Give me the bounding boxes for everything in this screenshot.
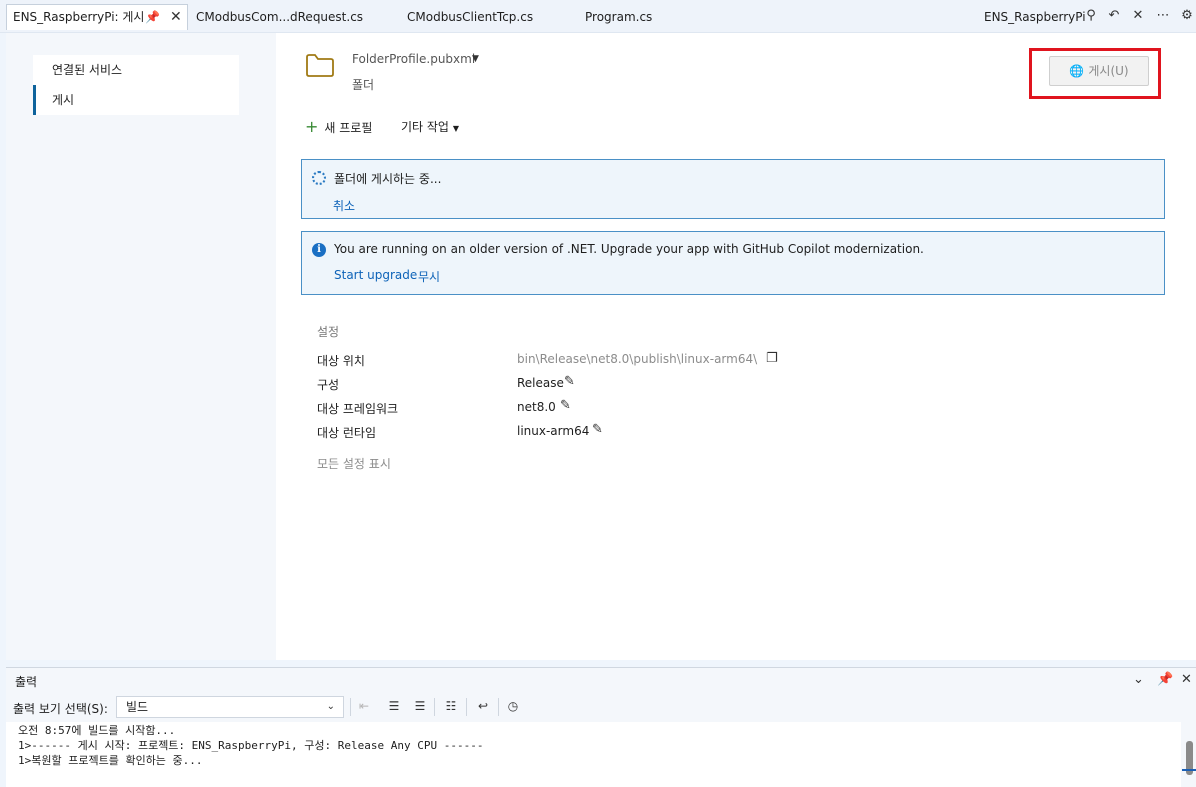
left-nav: 연결된 서비스 게시 [33,55,239,115]
target-runtime-value: linux-arm64 [517,424,590,438]
tab-modbus-client[interactable]: CModbusClientTcp.cs [407,5,533,29]
tab-publish-label: ENS_RaspberryPi: 게시 [13,10,145,24]
tab-publish[interactable]: ENS_RaspberryPi: 게시 📌 ✕ [6,4,188,30]
chevron-down-icon[interactable]: ⌄ [1133,672,1144,687]
toolbar-separator [498,698,499,716]
new-profile-button[interactable]: + 새 프로필 [305,117,372,138]
previous-message-icon[interactable]: ☰ [385,699,403,713]
next-message-icon[interactable]: ☰ [411,699,429,713]
find-message-icon[interactable]: ⇤ [355,699,373,713]
folder-icon [306,54,334,77]
scroll-position-marker [1182,769,1196,771]
toolbar-separator [434,698,435,716]
progress-message: 폴더에 게시하는 중... [334,172,442,186]
nav-item-label: 게시 [52,93,75,107]
globe-icon: 🌐 [1069,64,1085,78]
nav-item-label: 연결된 서비스 [52,63,123,77]
target-framework-label: 대상 프레임워크 [317,402,399,416]
publish-progress-banner: 폴더에 게시하는 중... 취소 [301,159,1165,219]
configuration-label: 구성 [317,378,340,392]
word-wrap-icon[interactable]: ↩ [474,699,492,713]
edit-pencil-icon[interactable]: ✎ [564,374,575,389]
settings-title: 설정 [317,325,340,339]
project-title: ENS_RaspberryPi [984,5,1086,29]
tab-program[interactable]: Program.cs [585,5,652,29]
target-framework-value: net8.0 [517,400,556,414]
chevron-down-icon: ⌄ [326,701,335,712]
tab-label: Program.cs [585,10,653,24]
configuration-value: Release [517,376,564,390]
close-icon[interactable]: ✕ [1181,672,1192,687]
target-location-label: 대상 위치 [317,354,365,368]
copy-icon[interactable]: ❐ [766,351,778,366]
clear-all-icon[interactable]: ☷ [442,699,460,713]
output-panel: 출력 ⌄ 📌 ✕ 출력 보기 선택(S): 빌드 ⌄ ⇤ ☰ ☰ ☷ ↩ ◷ 오… [6,667,1196,787]
show-all-settings-link[interactable]: 모든 설정 표시 [317,455,391,472]
upgrade-message: You are running on an older version of .… [334,242,924,256]
close-icon[interactable]: ✕ [1129,6,1147,26]
undo-icon[interactable]: ↶ [1105,6,1123,26]
output-log: 오전 8:57에 빌드를 시작함... 1>------ 게시 시작: 프로젝트… [6,722,1181,787]
cancel-link[interactable]: 취소 [333,197,355,214]
pin-icon[interactable]: 📌 [145,5,160,29]
document-tab-bar: ENS_RaspberryPi: 게시 📌 ✕ CModbusCom...dRe… [0,0,1196,33]
tab-label: CModbusCom...dRequest.cs [196,10,364,24]
chevron-down-icon[interactable]: ▼ [472,54,479,64]
project-title-label: ENS_RaspberryPi [984,10,1086,24]
new-profile-label: 새 프로필 [324,121,373,135]
settings-section: 설정 대상 위치 bin\Release\net8.0\publish\linu… [301,308,1165,486]
close-tab-icon[interactable]: ✕ [170,5,182,29]
target-runtime-label: 대상 런타임 [317,426,377,440]
info-icon: i [312,243,326,257]
plus-icon: + [305,117,319,136]
settings-gear-icon[interactable]: ⚙ [1178,6,1196,26]
chevron-down-icon: ▼ [452,124,459,133]
tab-modbus-request[interactable]: CModbusCom...dRequest.cs [196,5,363,29]
output-source-select[interactable]: 빌드 ⌄ [116,696,344,718]
more-actions-button[interactable]: 기타 작업 ▼ [401,117,459,139]
tab-label: CModbusClientTcp.cs [407,10,534,24]
edit-pencil-icon[interactable]: ✎ [560,398,571,413]
publish-button-label: 게시(U) [1088,64,1129,78]
upgrade-notice-banner: i You are running on an older version of… [301,231,1165,295]
spinner-icon [312,171,326,185]
output-source-value: 빌드 [126,700,149,714]
nav-item-publish[interactable]: 게시 [33,85,239,115]
output-toolbar: 출력 보기 선택(S): 빌드 ⌄ ⇤ ☰ ☰ ☷ ↩ ◷ [6,696,1196,720]
toolbar-separator [350,698,351,716]
pin-icon[interactable]: ⚲ [1082,6,1100,26]
start-upgrade-link[interactable]: Start upgrade [334,268,417,282]
clock-icon[interactable]: ◷ [504,699,522,713]
edit-pencil-icon[interactable]: ✎ [592,422,603,437]
ignore-link[interactable]: 무시 [418,268,440,285]
output-title: 출력 [15,675,38,689]
output-source-label: 출력 보기 선택(S): [13,702,108,716]
more-icon[interactable]: ⋯ [1154,6,1172,26]
target-location-value: bin\Release\net8.0\publish\linux-arm64\ [517,352,758,366]
pin-icon[interactable]: 📌 [1157,672,1173,687]
more-actions-label: 기타 작업 [401,120,449,134]
publish-button[interactable]: 🌐 게시(U) [1049,56,1149,86]
profile-type: 폴더 [352,78,375,92]
nav-item-connected-services[interactable]: 연결된 서비스 [33,55,239,85]
toolbar-separator [466,698,467,716]
profile-selector[interactable]: FolderProfile.pubxml [352,52,475,66]
